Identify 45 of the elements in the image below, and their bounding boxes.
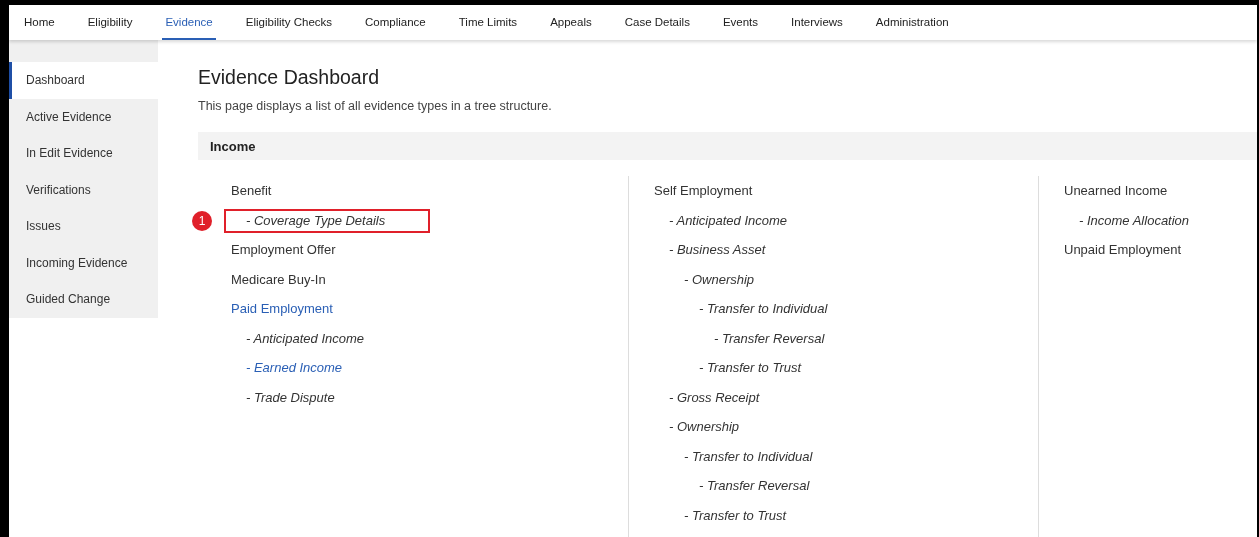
sidebar-item[interactable]: Issues <box>9 208 158 245</box>
sidebar-item[interactable]: In Edit Evidence <box>9 135 158 172</box>
evidence-type: - Business Asset <box>669 242 766 258</box>
nav-tab[interactable]: Time Limits <box>455 5 521 40</box>
evidence-type: - Anticipated Income <box>246 330 365 346</box>
evidence-type: - Coverage Type Details <box>246 212 386 228</box>
sidebar-item[interactable]: Dashboard <box>9 62 158 99</box>
evidence-type: - Gross Receipt <box>669 389 760 405</box>
page-description: This page displays a list of all evidence types in a tree structure. <box>198 99 553 113</box>
page-title: Evidence Dashboard <box>198 66 381 89</box>
nav-tab[interactable]: Home <box>21 5 58 40</box>
evidence-type: - Transfer to Individual <box>699 301 828 317</box>
evidence-type: - Ownership <box>684 271 755 287</box>
evidence-type: Employment Offer <box>231 242 336 258</box>
nav-tab[interactable]: Administration <box>872 5 952 40</box>
evidence-link[interactable]: Paid Employment <box>231 301 333 317</box>
nav-tab[interactable]: Interviews <box>788 5 846 40</box>
nav-tab[interactable]: Appeals <box>547 5 595 40</box>
evidence-type: - Ownership <box>669 419 740 435</box>
step-badge: 1 <box>192 210 212 231</box>
nav-tab[interactable]: Case Details <box>621 5 693 40</box>
evidence-type: Self Employment <box>654 183 753 199</box>
section-header: Income <box>198 132 1257 160</box>
evidence-type: - Transfer Reversal <box>699 478 810 494</box>
sidebar-item[interactable]: Verifications <box>9 171 158 208</box>
evidence-type: - Trade Dispute <box>246 389 335 405</box>
evidence-link[interactable]: - Earned Income <box>246 360 343 376</box>
evidence-type: Medicare Buy-In <box>231 271 326 287</box>
nav-tab[interactable]: Evidence <box>162 5 216 40</box>
evidence-type: - Transfer to Trust <box>684 507 787 523</box>
evidence-type: - Transfer to Trust <box>699 360 802 376</box>
nav-tab[interactable]: Compliance <box>362 5 429 40</box>
evidence-type: - Anticipated Income <box>669 212 788 228</box>
nav-tab[interactable]: Eligibility <box>84 5 136 40</box>
sidebar-item[interactable]: Guided Change <box>9 281 158 318</box>
evidence-type: - Income Allocation <box>1079 212 1190 228</box>
evidence-type: - Transfer to Individual <box>684 448 813 464</box>
sidebar-item[interactable]: Active Evidence <box>9 98 158 135</box>
evidence-type: - Transfer Reversal <box>714 330 825 346</box>
sidebar-item[interactable]: Incoming Evidence <box>9 244 158 281</box>
evidence-type: Benefit <box>231 183 272 199</box>
evidence-type: Unpaid Employment <box>1064 242 1182 258</box>
nav-tab[interactable]: Events <box>719 5 762 40</box>
evidence-type: Unearned Income <box>1064 183 1168 199</box>
nav-tab[interactable]: Eligibility Checks <box>242 5 336 40</box>
